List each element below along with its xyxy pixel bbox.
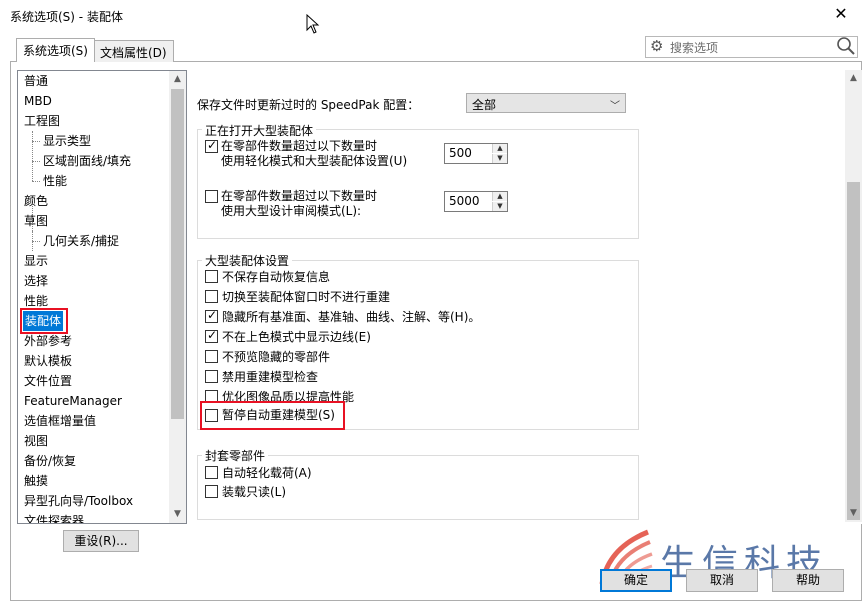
tree-item-drawing-performance[interactable]: 性能 <box>43 171 67 191</box>
large-settings-title: 大型装配体设置 <box>202 252 293 269</box>
scroll-down-icon[interactable]: ▼ <box>169 506 186 523</box>
options-tree[interactable]: 普通 MBD 工程图 显示类型 区域剖面线/填充 性能 颜色 草图 几何关系/捕… <box>17 70 187 524</box>
load-readonly-label: 装载只读(L) <box>222 485 287 499</box>
tree-item-touch[interactable]: 触摸 <box>24 471 48 491</box>
magnifier-icon[interactable] <box>836 36 856 56</box>
large-mode-line2: 使用轻化模式和大型装配体设置(U) <box>221 154 408 168</box>
tree-item-display[interactable]: 显示 <box>24 251 48 271</box>
setting-checkbox[interactable] <box>205 370 218 383</box>
setting-checkbox[interactable] <box>205 308 218 323</box>
large-review-stepper[interactable]: 5000 ▲ ▼ <box>444 191 508 212</box>
mouse-cursor-icon <box>306 14 320 34</box>
tree-item-external-references[interactable]: 外部参考 <box>24 331 72 351</box>
search-placeholder: 搜索选项 <box>670 41 719 55</box>
close-icon[interactable]: ✕ <box>826 2 856 28</box>
speedpak-select[interactable]: 全部 ﹀ <box>466 93 626 113</box>
tree-item-file-explorer[interactable]: 文件探索器 <box>24 511 84 523</box>
help-button[interactable]: 帮助 <box>772 569 844 592</box>
settings-scrollbar[interactable]: ▲ ▼ <box>845 70 862 522</box>
tree-item-backup-recover[interactable]: 备份/恢复 <box>24 451 76 471</box>
spin-down-icon[interactable]: ▼ <box>492 202 507 211</box>
tab-document-properties[interactable]: 文档属性(D) <box>93 40 174 62</box>
setting-label: 切换至装配体窗口时不进行重建 <box>222 290 391 304</box>
scrollbar-thumb[interactable] <box>847 182 860 520</box>
scroll-up-icon[interactable]: ▲ <box>169 71 186 88</box>
setting-label: 不保存自动恢复信息 <box>222 270 331 284</box>
tree-item-colors[interactable]: 颜色 <box>24 191 48 211</box>
reset-button[interactable]: 重设(R)... <box>63 530 139 552</box>
setting-checkbox[interactable] <box>205 350 218 363</box>
spin-up-icon[interactable]: ▲ <box>492 192 507 201</box>
large-mode-value: 500 <box>449 146 472 160</box>
ok-button[interactable]: 确定 <box>600 569 672 592</box>
large-mode-stepper[interactable]: 500 ▲ ▼ <box>444 143 508 164</box>
scroll-up-icon[interactable]: ▲ <box>845 70 862 87</box>
tree-item-spin-box-increments[interactable]: 选值框增量值 <box>24 411 96 431</box>
selected-item-highlight <box>20 308 68 334</box>
chevron-down-icon: ﹀ <box>610 101 620 112</box>
tree-item-mbd[interactable]: MBD <box>24 91 52 111</box>
tree-item-view[interactable]: 视图 <box>24 431 48 451</box>
large-mode-checkbox[interactable] <box>205 138 218 153</box>
gear-icon[interactable]: ⚙ <box>650 37 668 55</box>
window-title: 系统选项(S) - 装配体 <box>10 10 123 24</box>
tree-item-relations-snaps[interactable]: 几何关系/捕捉 <box>43 231 119 251</box>
speedpak-label: 保存文件时更新过时的 SpeedPak 配置： <box>197 98 420 112</box>
pause-rebuild-highlight <box>200 401 345 430</box>
setting-label: 隐藏所有基准面、基准轴、曲线、注解、等(H)。 <box>222 310 481 324</box>
auto-lightweight-checkbox[interactable] <box>205 466 218 479</box>
scroll-down-icon[interactable]: ▼ <box>845 505 862 522</box>
large-review-value: 5000 <box>449 194 480 208</box>
tree-item-file-locations[interactable]: 文件位置 <box>24 371 72 391</box>
tree-item-display-type[interactable]: 显示类型 <box>43 131 91 151</box>
tree-item-hole-wizard-toolbox[interactable]: 异型孔向导/Toolbox <box>24 491 133 511</box>
large-review-line2: 使用大型设计审阅模式(L): <box>221 204 362 218</box>
auto-lightweight-label: 自动轻化载荷(A) <box>222 466 312 480</box>
tree-item-general[interactable]: 普通 <box>24 71 48 91</box>
tree-item-featuremanager[interactable]: FeatureManager <box>24 391 122 411</box>
setting-checkbox[interactable] <box>205 290 218 303</box>
spin-down-icon[interactable]: ▼ <box>492 154 507 163</box>
setting-label: 禁用重建模型检查 <box>222 370 319 384</box>
tab-system-options[interactable]: 系统选项(S) <box>16 38 95 62</box>
large-review-checkbox[interactable] <box>205 190 218 203</box>
setting-checkbox[interactable] <box>205 270 218 283</box>
tree-item-drawings[interactable]: 工程图 <box>24 111 60 131</box>
envelope-title: 封套零部件 <box>202 447 269 464</box>
scrollbar-thumb[interactable] <box>171 89 184 419</box>
spin-up-icon[interactable]: ▲ <box>492 144 507 153</box>
load-readonly-checkbox[interactable] <box>205 485 218 498</box>
setting-label: 不在上色模式中显示边线(E) <box>222 330 371 344</box>
tree-item-area-hatch[interactable]: 区域剖面线/填充 <box>43 151 131 171</box>
tree-item-sketch[interactable]: 草图 <box>24 211 48 231</box>
speedpak-value: 全部 <box>472 98 497 112</box>
cancel-button[interactable]: 取消 <box>686 569 758 592</box>
tree-item-default-templates[interactable]: 默认模板 <box>24 351 72 371</box>
setting-checkbox[interactable] <box>205 328 218 343</box>
tree-scrollbar[interactable]: ▲ ▼ <box>169 71 186 523</box>
setting-label: 不预览隐藏的零部件 <box>222 350 331 364</box>
tree-item-selection[interactable]: 选择 <box>24 271 48 291</box>
